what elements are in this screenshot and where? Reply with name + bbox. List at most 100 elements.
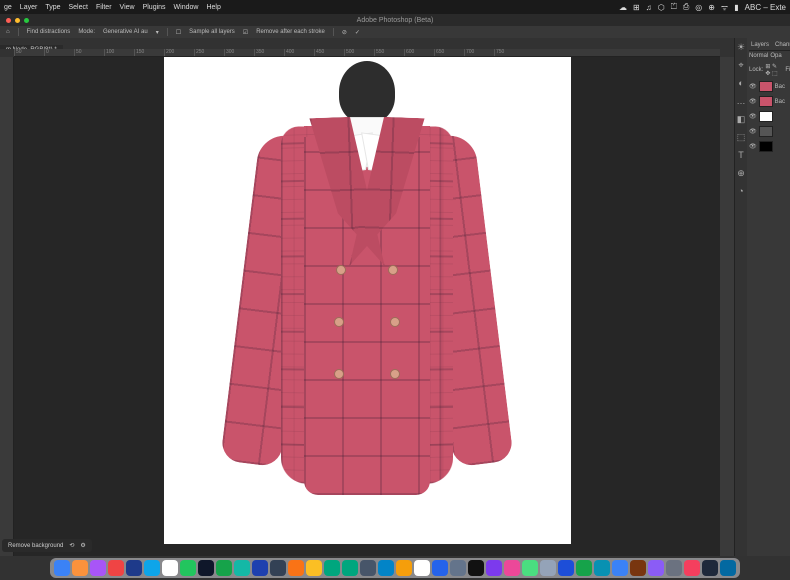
visibility-icon[interactable]: 👁 <box>749 113 757 120</box>
dock-app-icon[interactable] <box>90 560 106 576</box>
canvas-area[interactable] <box>14 57 720 556</box>
visibility-icon[interactable]: 👁 <box>749 98 757 105</box>
tool-icon[interactable]: T <box>735 150 747 162</box>
dock-app-icon[interactable] <box>468 560 484 576</box>
layer-row[interactable]: 👁 <box>749 124 790 139</box>
layer-row[interactable]: 👁Bac <box>749 94 790 109</box>
tab-layers[interactable]: Layers <box>751 42 769 48</box>
dock-app-icon[interactable] <box>360 560 376 576</box>
dock-app-icon[interactable] <box>576 560 592 576</box>
chevron-down-icon[interactable]: ▾ <box>156 29 159 36</box>
dock-app-icon[interactable] <box>612 560 628 576</box>
dock-app-icon[interactable] <box>630 560 646 576</box>
layer-row[interactable]: 👁 <box>749 109 790 124</box>
remove-background-bar[interactable]: Remove background ⟲ ⚙ <box>2 539 92 552</box>
tool-icon[interactable]: ☀ <box>735 42 747 54</box>
dock-app-icon[interactable] <box>54 560 70 576</box>
visibility-icon[interactable]: 👁 <box>749 128 757 135</box>
dock-app-icon[interactable] <box>252 560 268 576</box>
status-icon[interactable]: ᯤ <box>721 2 728 13</box>
home-icon[interactable]: ⌂ <box>6 29 10 35</box>
dock-app-icon[interactable] <box>702 560 718 576</box>
menu-ge[interactable]: ge <box>4 4 12 11</box>
dock-app-icon[interactable] <box>486 560 502 576</box>
ruler-tick: 700 <box>464 49 494 56</box>
dock-app-icon[interactable] <box>126 560 142 576</box>
menu-select[interactable]: Select <box>69 4 88 11</box>
layer-row[interactable]: 👁 <box>749 139 790 154</box>
menu-type[interactable]: Type <box>45 4 60 11</box>
tab-channels[interactable]: Chann <box>775 42 790 48</box>
dock-app-icon[interactable] <box>72 560 88 576</box>
status-icon[interactable]: ⊞ <box>633 3 640 12</box>
dock-app-icon[interactable] <box>288 560 304 576</box>
mode-dropdown[interactable]: Generative AI au <box>103 29 148 35</box>
dock-app-icon[interactable] <box>648 560 664 576</box>
dock-app-icon[interactable] <box>666 560 682 576</box>
status-icon[interactable]: ▮ <box>734 3 738 12</box>
commit-icon[interactable]: ✓ <box>355 29 360 36</box>
gear-icon[interactable]: ⚙ <box>80 542 85 549</box>
menu-window[interactable]: Window <box>174 4 199 11</box>
sample-all-checkbox[interactable]: ☐ <box>176 29 181 36</box>
scrollbar-vertical[interactable] <box>720 57 734 556</box>
tool-name[interactable]: Find distractions <box>27 29 71 35</box>
visibility-icon[interactable]: 👁 <box>749 83 757 90</box>
status-icon[interactable]: ◎ <box>695 3 702 12</box>
status-icon[interactable]: ⊕ <box>708 3 715 12</box>
dock-app-icon[interactable] <box>342 560 358 576</box>
dock-app-icon[interactable] <box>432 560 448 576</box>
tool-icon[interactable]: … <box>735 96 747 108</box>
dock-app-icon[interactable] <box>540 560 556 576</box>
tool-icon[interactable]: ◧ <box>735 114 747 126</box>
blend-mode-dropdown[interactable]: Normal <box>749 53 768 59</box>
dock-app-icon[interactable] <box>522 560 538 576</box>
dock-app-icon[interactable] <box>180 560 196 576</box>
dock-app-icon[interactable] <box>162 560 178 576</box>
dock-app-icon[interactable] <box>108 560 124 576</box>
dock-app-icon[interactable] <box>594 560 610 576</box>
status-icon[interactable]: ABC – Exte <box>745 3 786 12</box>
dock-app-icon[interactable] <box>720 560 736 576</box>
dock-app-icon[interactable] <box>504 560 520 576</box>
close-window-icon[interactable] <box>6 18 11 23</box>
zoom-window-icon[interactable] <box>24 18 29 23</box>
tool-icon[interactable]: ⌖ <box>735 60 747 72</box>
dock-app-icon[interactable] <box>234 560 250 576</box>
dock-app-icon[interactable] <box>198 560 214 576</box>
status-icon[interactable]: ⎙ <box>683 2 689 12</box>
status-icon[interactable]: ⏍ <box>671 2 677 12</box>
status-icon[interactable]: ☁ <box>619 3 627 12</box>
dock-app-icon[interactable] <box>306 560 322 576</box>
fill-label: Fill: <box>785 67 790 73</box>
reset-icon[interactable]: ⟲ <box>69 542 74 549</box>
dock-app-icon[interactable] <box>270 560 286 576</box>
status-icon[interactable]: ⬡ <box>658 3 665 12</box>
dock-app-icon[interactable] <box>450 560 466 576</box>
menu-layer[interactable]: Layer <box>20 4 38 11</box>
tool-icon[interactable]: ⬚ <box>735 132 747 144</box>
menu-help[interactable]: Help <box>206 4 220 11</box>
dock-app-icon[interactable] <box>414 560 430 576</box>
menu-plugins[interactable]: Plugins <box>143 4 166 11</box>
dock-app-icon[interactable] <box>216 560 232 576</box>
minimize-window-icon[interactable] <box>15 18 20 23</box>
tool-icon[interactable]: ◐ <box>735 78 747 90</box>
layer-row[interactable]: 👁Bac <box>749 79 790 94</box>
traffic-lights[interactable] <box>6 18 29 23</box>
dock-app-icon[interactable] <box>684 560 700 576</box>
menu-view[interactable]: View <box>120 4 135 11</box>
cancel-icon[interactable]: ⊘ <box>342 29 347 36</box>
dock-app-icon[interactable] <box>324 560 340 576</box>
tool-icon[interactable]: ◔ <box>735 186 747 198</box>
remove-after-checkbox[interactable]: ☑ <box>243 29 248 36</box>
tool-icon[interactable]: ⊕ <box>735 168 747 180</box>
dock-app-icon[interactable] <box>144 560 160 576</box>
dock-app-icon[interactable] <box>396 560 412 576</box>
dock-app-icon[interactable] <box>378 560 394 576</box>
menu-filter[interactable]: Filter <box>96 4 112 11</box>
visibility-icon[interactable]: 👁 <box>749 143 757 150</box>
document-canvas[interactable] <box>164 57 571 544</box>
dock-app-icon[interactable] <box>558 560 574 576</box>
status-icon[interactable]: ♫ <box>646 3 652 12</box>
